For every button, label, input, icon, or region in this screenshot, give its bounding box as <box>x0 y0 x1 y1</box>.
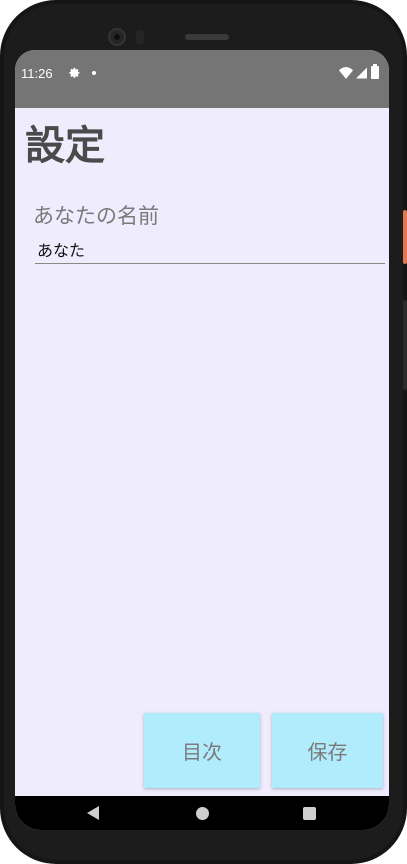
notification-dot-icon <box>92 71 96 75</box>
signal-icon <box>356 67 367 79</box>
name-field-label: あなたの名前 <box>33 204 159 228</box>
volume-button <box>403 300 407 390</box>
status-bar: 11:26 <box>15 50 389 108</box>
contents-button[interactable]: 目次 <box>144 713 260 788</box>
power-button <box>403 210 407 264</box>
gear-icon <box>69 67 80 78</box>
back-icon[interactable] <box>87 806 99 820</box>
wifi-icon <box>339 67 353 79</box>
navigation-bar <box>15 796 389 830</box>
name-input[interactable] <box>35 234 385 264</box>
proximity-sensor <box>136 30 144 44</box>
front-camera <box>108 28 126 46</box>
device-screen: 11:26 設定 あなたの名前 目次 保存 <box>15 50 389 830</box>
status-time: 11:26 <box>21 66 53 81</box>
settings-content: 設定 あなたの名前 目次 保存 <box>15 108 389 796</box>
home-icon[interactable] <box>196 807 209 820</box>
earpiece-speaker <box>185 34 229 40</box>
phone-frame: 11:26 設定 あなたの名前 目次 保存 <box>0 0 407 864</box>
recents-icon[interactable] <box>303 807 316 820</box>
page-title: 設定 <box>25 123 105 169</box>
save-button[interactable]: 保存 <box>272 713 383 788</box>
battery-icon <box>371 64 379 79</box>
